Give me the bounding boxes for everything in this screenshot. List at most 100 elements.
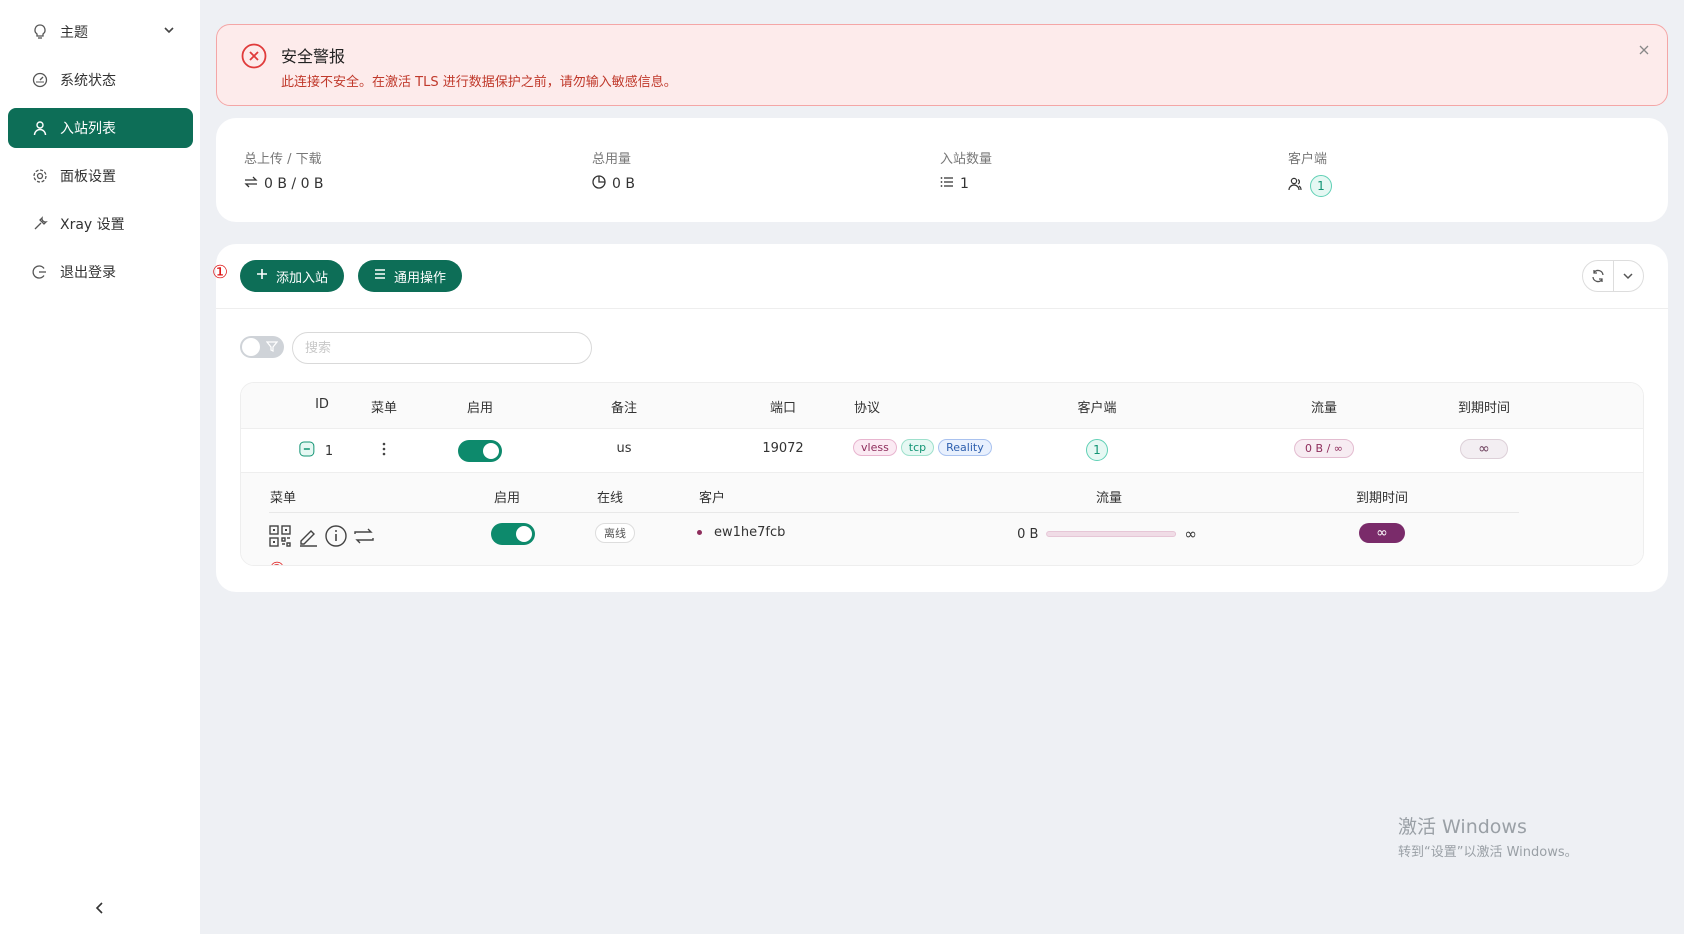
stat-value: 1 <box>960 176 969 192</box>
column-header: 流量 <box>1095 491 1123 506</box>
list-icon <box>940 175 954 193</box>
sidebar-item-label: 面板设置 <box>60 169 116 185</box>
online-status-tag: 离线 <box>595 523 635 543</box>
client-enable-switch[interactable] <box>491 523 535 545</box>
refresh-options-button[interactable] <box>1612 261 1643 291</box>
inbound-port: 19072 <box>762 441 804 456</box>
plus-icon <box>256 268 268 284</box>
info-icon[interactable] <box>325 525 347 547</box>
column-header: 到期时间 <box>1355 491 1409 506</box>
inbounds-card: ① 添加入站 通用操作 ID 菜单 启用 备注 端口 <box>212 244 1668 592</box>
filter-toggle[interactable] <box>240 336 284 358</box>
divider <box>216 308 1668 309</box>
collapse-row-icon[interactable] <box>299 441 315 461</box>
status-dot <box>697 530 702 535</box>
refresh-icon <box>1592 269 1604 283</box>
annotation-marker-1: ① <box>212 262 229 283</box>
column-header: 客户端 <box>1077 401 1117 416</box>
column-header: 启用 <box>466 401 494 416</box>
sidebar-item-label: 主题 <box>60 25 88 41</box>
add-inbound-label: 添加入站 <box>276 270 329 286</box>
sidebar-item-system-status[interactable]: 系统状态 <box>8 60 193 100</box>
more-vertical-icon <box>382 442 386 456</box>
client-subtable: 菜单 启用 在线 客户 流量 到期时间 ② <box>241 473 1643 565</box>
refresh-button[interactable] <box>1583 261 1613 291</box>
alert-message: 此连接不安全。在激活 TLS 进行数据保护之前，请勿输入敏感信息。 <box>281 75 677 90</box>
client-traffic: 0 B ∞ <box>1017 525 1197 543</box>
error-circle-icon <box>241 43 267 69</box>
security-tag: Reality <box>938 439 992 456</box>
edit-icon[interactable] <box>297 525 319 547</box>
pie-chart-icon <box>592 175 606 193</box>
annotation-marker-2: ② <box>269 559 285 565</box>
general-actions-button[interactable]: 通用操作 <box>358 260 463 292</box>
stat-total-usage: 总用量 0 B <box>592 148 635 193</box>
client-email: ew1he7fcb <box>697 525 785 540</box>
traffic-used: 0 B <box>1017 526 1039 542</box>
traffic-total: ∞ <box>1184 525 1197 543</box>
general-actions-label: 通用操作 <box>394 270 447 286</box>
filter-icon <box>265 340 279 356</box>
stat-label: 总用量 <box>592 152 632 167</box>
alert-title: 安全警报 <box>281 47 346 66</box>
protocol-tags: vless tcp Reality <box>853 439 996 456</box>
column-header: 菜单 <box>269 491 297 506</box>
logout-icon <box>32 264 48 280</box>
column-header: 客户 <box>698 491 726 506</box>
subtable-header <box>269 473 1519 513</box>
close-icon[interactable] <box>1637 43 1651 57</box>
stat-value: 0 B <box>612 176 635 192</box>
stat-value: 0 B / 0 B <box>264 176 324 192</box>
stat-label: 入站数量 <box>940 152 993 167</box>
column-header: 端口 <box>769 401 797 416</box>
chevron-left-icon <box>95 902 103 914</box>
column-header: 协议 <box>853 401 881 416</box>
clients-count-badge[interactable]: 1 <box>1086 439 1108 461</box>
enable-switch[interactable] <box>458 440 502 462</box>
column-header: 流量 <box>1310 401 1338 416</box>
windows-activation-watermark: 激活 Windows 转到“设置”以激活 Windows。 <box>1398 812 1578 860</box>
stat-label: 客户端 <box>1288 152 1328 167</box>
client-actions <box>269 525 375 547</box>
transport-tag: tcp <box>900 439 935 456</box>
add-inbound-button[interactable]: 添加入站 <box>240 260 345 292</box>
inbound-remark: us <box>616 441 632 456</box>
sidebar-item-panel-settings[interactable]: 面板设置 <box>8 156 193 196</box>
column-header: 菜单 <box>370 401 398 416</box>
protocol-tag: vless <box>853 439 897 456</box>
column-header: 备注 <box>610 401 638 416</box>
team-icon <box>1288 177 1304 195</box>
inbound-id: 1 <box>324 443 334 459</box>
sidebar-item-theme[interactable]: 主题 <box>8 12 193 52</box>
menu-icon <box>374 268 386 284</box>
search-input[interactable] <box>292 332 592 364</box>
stats-card: 总上传 / 下载 0 B / 0 B 总用量 0 B 入站数量 1 客户端 1 <box>216 118 1668 222</box>
watermark-line-1: 激活 Windows <box>1398 816 1527 838</box>
column-header: 在线 <box>596 491 624 506</box>
expiry-pill: ∞ <box>1460 439 1508 459</box>
watermark-line-2: 转到“设置”以激活 Windows。 <box>1398 845 1578 860</box>
sidebar-item-label: 入站列表 <box>60 121 116 137</box>
traffic-pill: 0 B / ∞ <box>1294 439 1354 458</box>
stat-upload-download: 总上传 / 下载 0 B / 0 B <box>244 148 324 193</box>
wrench-icon <box>32 216 48 232</box>
refresh-controls <box>1582 260 1644 292</box>
collapse-sidebar-button[interactable] <box>92 900 108 916</box>
qrcode-icon[interactable] <box>269 525 291 547</box>
bulb-icon <box>32 24 48 40</box>
inbounds-table: ID 菜单 启用 备注 端口 协议 客户端 流量 到期时间 1 us 19072… <box>240 382 1644 566</box>
sidebar-item-logout[interactable]: 退出登录 <box>8 252 193 292</box>
reset-traffic-icon[interactable] <box>353 525 375 547</box>
stat-label: 总上传 / 下载 <box>244 152 322 167</box>
gear-icon <box>32 168 48 184</box>
stat-clients: 客户端 1 <box>1288 148 1332 197</box>
table-row: 1 us 19072 vless tcp Reality 1 0 B / ∞ ∞ <box>241 429 1643 473</box>
sidebar-item-inbounds[interactable]: 入站列表 <box>8 108 193 148</box>
row-menu-button[interactable] <box>382 441 386 461</box>
traffic-progress-bar <box>1046 531 1177 537</box>
stat-inbound-count: 入站数量 1 <box>940 148 992 193</box>
table-header: ID 菜单 启用 备注 端口 协议 客户端 流量 到期时间 <box>241 383 1643 429</box>
chevron-down-icon <box>1623 273 1634 280</box>
clients-count-badge: 1 <box>1310 175 1332 197</box>
sidebar-item-xray-settings[interactable]: Xray 设置 <box>8 204 193 244</box>
